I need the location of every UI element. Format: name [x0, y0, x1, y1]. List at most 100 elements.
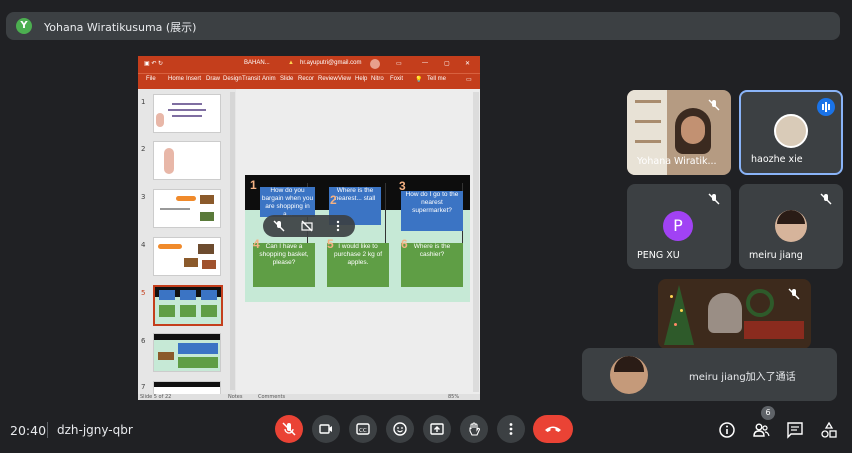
notes-button[interactable]: Notes — [228, 394, 242, 400]
zoom-level: 85% — [448, 394, 460, 400]
slide-thumbnail-selected[interactable] — [153, 285, 223, 326]
captions-button[interactable]: CC — [349, 415, 377, 443]
menu-item[interactable]: Help — [355, 76, 367, 82]
chat-icon[interactable] — [786, 421, 804, 439]
participant-tile-speaking[interactable]: haozhe xie — [739, 90, 843, 175]
menu-item[interactable]: Slide — [280, 76, 293, 82]
comments-button[interactable]: Comments — [258, 394, 285, 400]
closed-captions-icon: CC — [356, 423, 370, 435]
mic-off-icon — [708, 193, 720, 205]
slide-thumbnail[interactable] — [153, 189, 221, 228]
divider — [47, 422, 48, 438]
activities-icon[interactable] — [820, 421, 838, 439]
minimize-icon: — — [422, 60, 428, 66]
slide-thumbnail[interactable] — [153, 333, 221, 372]
people-icon[interactable] — [752, 421, 770, 439]
menu-item[interactable]: Transit — [242, 76, 260, 82]
speaking-indicator-icon — [817, 98, 835, 116]
menu-item[interactable]: Insert — [186, 76, 201, 82]
end-call-button[interactable] — [533, 415, 573, 443]
participant-count-badge: 6 — [761, 406, 775, 420]
meeting-details-icon[interactable] — [718, 421, 736, 439]
thumbnails-scrollbar[interactable] — [230, 92, 235, 390]
participant-tile[interactable]: Yohana Wiratik... — [627, 90, 731, 175]
mic-toggle-button[interactable] — [275, 415, 303, 443]
canvas-scrollbar[interactable] — [473, 92, 479, 392]
participant-name: Yohana Wiratik... — [637, 156, 717, 167]
ppt-title: BAHAN... — [244, 60, 270, 66]
reactions-button[interactable] — [386, 415, 414, 443]
thumb-number: 2 — [141, 145, 146, 153]
slide-counter: Slide 5 of 22 — [140, 394, 172, 400]
slide-thumbnail[interactable] — [153, 237, 221, 276]
question-number: 5 — [327, 237, 334, 251]
menu-item[interactable]: Draw — [206, 76, 220, 82]
participant-tile[interactable]: meiru jiang — [739, 184, 843, 269]
thumb-number: 3 — [141, 193, 146, 201]
question-number: 2 — [330, 193, 337, 207]
meeting-code: dzh-jgny-qbr — [57, 423, 133, 437]
menu-item[interactable]: Anim — [262, 76, 276, 82]
question-card: Where is the cashier? — [401, 243, 463, 287]
participant-name: PENG XU — [637, 250, 680, 261]
join-notification: meiru jiang加入了通话 — [582, 348, 837, 401]
svg-text:CC: CC — [359, 428, 367, 434]
more-options-icon[interactable] — [335, 220, 341, 232]
presenter-name: Yohana Wiratikusuma (展示) — [44, 21, 197, 34]
mic-off-icon — [788, 288, 800, 300]
more-options-button[interactable] — [497, 415, 525, 443]
slide-thumbnail[interactable] — [153, 94, 221, 133]
question-card: How do I go to the nearest supermarket? — [401, 191, 463, 231]
present-off-icon[interactable] — [301, 220, 313, 232]
menu-item[interactable]: Review — [318, 76, 338, 82]
question-number: 4 — [253, 237, 260, 251]
present-now-button[interactable] — [423, 415, 451, 443]
avatar — [610, 356, 648, 394]
menu-item[interactable]: Nitro — [371, 76, 384, 82]
hand-icon — [469, 422, 481, 436]
question-number: 3 — [399, 179, 406, 193]
camera-toggle-button[interactable] — [312, 415, 340, 443]
comments-icon: ▭ — [466, 77, 472, 83]
current-slide: How do you bargain when you are shopping… — [245, 175, 470, 302]
presenter-avatar: Y — [16, 18, 32, 34]
mic-off-icon[interactable] — [273, 220, 285, 232]
participant-name: meiru jiang — [749, 250, 803, 261]
menu-item[interactable]: Foxit — [390, 76, 403, 82]
thumb-number: 4 — [141, 241, 146, 249]
menu-item[interactable]: Tell me — [427, 76, 446, 82]
ppt-status-bar: Slide 5 of 22 Notes Comments 85% — [138, 394, 480, 400]
raise-hand-button[interactable] — [460, 415, 488, 443]
maximize-icon: ▢ — [444, 61, 450, 67]
presenter-bar: Y Yohana Wiratikusuma (展示) — [6, 12, 840, 40]
account-avatar-icon — [370, 59, 380, 69]
question-card: Can I have a shopping basket, please? — [253, 243, 315, 287]
save-icon: ▣ ↶ ↻ — [144, 61, 164, 67]
menu-item[interactable]: Design — [223, 76, 242, 82]
menu-item[interactable]: Recor — [298, 76, 314, 82]
thumb-number: 1 — [141, 98, 146, 106]
participant-name: haozhe xie — [751, 154, 803, 165]
avatar — [775, 210, 807, 242]
mic-off-icon — [708, 99, 720, 111]
lightbulb-icon: 💡 — [415, 77, 423, 83]
menu-item[interactable]: File — [146, 76, 156, 82]
ppt-menu-bar: File Home Insert Draw Design Transit Ani… — [138, 73, 480, 90]
notification-text: meiru jiang加入了通话 — [689, 372, 796, 383]
avatar — [774, 114, 808, 148]
mic-off-icon — [820, 193, 832, 205]
ppt-title-bar: ▣ ↶ ↻ BAHAN... ▲ hr.ayuputri@gmail.com ▭… — [138, 56, 480, 73]
menu-item[interactable]: View — [338, 76, 351, 82]
slide-thumbnail[interactable] — [153, 141, 221, 180]
mic-off-icon — [282, 422, 296, 436]
ppt-account: hr.ayuputri@gmail.com — [300, 60, 362, 66]
menu-item[interactable]: Home — [168, 76, 184, 82]
participant-tile[interactable] — [658, 279, 811, 349]
thumb-number: 6 — [141, 337, 146, 345]
phone-hangup-icon — [545, 426, 561, 432]
ribbon-display-icon: ▭ — [396, 61, 402, 67]
close-icon: ✕ — [465, 61, 471, 67]
slide-thumbnail[interactable] — [153, 381, 221, 394]
participant-tile[interactable]: P PENG XU — [627, 184, 731, 269]
emoji-icon — [393, 422, 407, 436]
